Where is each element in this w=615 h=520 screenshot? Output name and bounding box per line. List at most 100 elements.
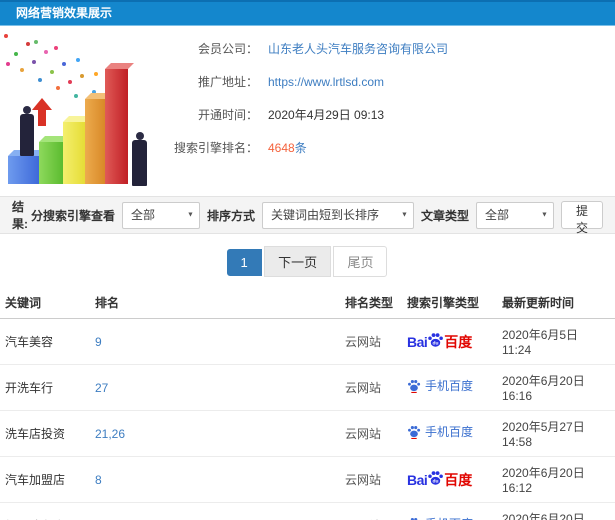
results-table: 关键词 排名 排名类型 搜索引擎类型 最新更新时间 汽车美容 9 云网站 Bai…: [0, 287, 615, 520]
baidu-logo-bai-text: Bai: [407, 333, 428, 350]
baidu-logo-bai-text: Bai: [407, 471, 428, 488]
cell-updated: 2020年6月20日 16:16: [497, 364, 615, 411]
cell-rank-type: 云网站: [340, 364, 402, 411]
open-time-row: 开通时间： 2020年4月29日 09:13: [158, 106, 615, 123]
engine-rank-count: 4648: [268, 141, 295, 155]
type-select-wrap: 全部: [475, 201, 554, 229]
next-page-button[interactable]: 下一页: [264, 246, 332, 277]
cell-rank: 27: [90, 364, 340, 411]
filter-controls: 分搜索引擎查看 全部 排序方式 关键词由短到长排序 文章类型 全部 提交: [30, 201, 603, 235]
top-header-bar: 网络营销效果展示: [0, 0, 615, 26]
engine-rank-row: 搜索引擎排名： 4648条: [158, 139, 615, 156]
engine-rank-value: 4648条: [268, 139, 307, 156]
engine-rank-unit: 条: [294, 141, 307, 155]
cell-rank-type: 云网站: [340, 410, 402, 457]
page: 网络营销效果展示 会员公司： 山东老人头汽车服务咨询有限公司 推广地址： htt…: [0, 0, 615, 520]
businessman-right-figure: [132, 140, 147, 186]
open-time-label: 开通时间：: [197, 108, 258, 122]
cell-engine-type: 手机百度: [402, 410, 497, 457]
baidu-logo: Bai du 百度: [407, 470, 472, 489]
cell-keyword: 洗车店投资: [0, 410, 90, 457]
pagination: 1 下一页 尾页: [0, 234, 615, 287]
member-info: 会员公司： 山东老人头汽车服务咨询有限公司 推广地址： https://www.…: [158, 30, 615, 196]
info-section: 会员公司： 山东老人头汽车服务咨询有限公司 推广地址： https://www.…: [0, 26, 615, 196]
filter-bar: 结果: 分搜索引擎查看 全部 排序方式 关键词由短到长排序 文章类型 全部 提交: [0, 196, 615, 235]
baidu-paw-icon: du: [428, 333, 444, 347]
cell-engine-type: Bai du 百度: [402, 456, 497, 503]
page-title: 网络营销效果展示: [16, 6, 113, 20]
sort-select[interactable]: 关键词由短到长排序: [261, 201, 414, 229]
page-1-button[interactable]: 1: [226, 249, 262, 276]
cell-engine-type: 手机百度: [402, 364, 497, 411]
svg-text:du: du: [433, 478, 439, 484]
mobile-baidu-paw-icon: [408, 426, 421, 439]
businessman-left-figure: [20, 114, 34, 156]
table-row: 汽车美容 9 云网站 Bai du 百度 2020年6月5日 11:24: [0, 318, 615, 365]
baidu-logo-cn-text: 百度: [444, 471, 473, 488]
header-rank-type: 排名类型: [340, 287, 402, 319]
cell-updated: 2020年6月20日 16:12: [497, 456, 615, 503]
illustration-bar-blue: [8, 156, 41, 184]
cell-updated: 2020年6月5日 11:24: [497, 318, 615, 365]
rank-link[interactable]: 9: [95, 335, 102, 349]
mobile-baidu-label: 手机百度: [425, 379, 474, 393]
rank-link[interactable]: 27: [95, 381, 108, 395]
cell-updated: 2020年6月20日 16:11: [497, 502, 615, 520]
cell-engine-type: 手机百度: [402, 502, 497, 520]
cell-keyword: 开洗车行: [0, 364, 90, 411]
cell-rank: 9: [90, 318, 340, 365]
table-row: 开洗车行 27 云网站 手机百度 2020年6月20日 16:16: [0, 364, 615, 411]
cell-engine-type: Bai du 百度: [402, 318, 497, 365]
results-table-body: 汽车美容 9 云网站 Bai du 百度 2020年6月5日 11:24 开洗车…: [0, 318, 615, 520]
mobile-baidu-logo: 手机百度: [407, 379, 473, 393]
member-company-row: 会员公司： 山东老人头汽车服务咨询有限公司: [158, 40, 615, 57]
member-company-link[interactable]: 山东老人头汽车服务咨询有限公司: [268, 40, 448, 57]
header-updated: 最新更新时间: [497, 287, 615, 319]
engine-select[interactable]: 全部: [121, 201, 200, 229]
header-rank: 排名: [90, 287, 340, 319]
table-row: 洗车店投资 21,26 云网站 手机百度 2020年5月27日 14:58: [0, 410, 615, 457]
cell-rank-type: 云网站: [340, 502, 402, 520]
header-engine-type: 搜索引擎类型: [402, 287, 497, 319]
sort-filter-label: 排序方式: [206, 208, 255, 223]
promo-url-link[interactable]: https://www.lrtlsd.com: [268, 75, 384, 89]
cell-keyword: 加盟洗车店: [0, 502, 90, 520]
mobile-baidu-label: 手机百度: [425, 425, 474, 439]
cell-rank: 8: [90, 456, 340, 503]
last-page-button[interactable]: 尾页: [333, 246, 388, 277]
mobile-baidu-paw-icon: [408, 380, 421, 393]
baidu-logo: Bai du 百度: [407, 332, 472, 351]
rank-link[interactable]: 21,26: [95, 427, 125, 441]
engine-filter-label: 分搜索引擎查看: [30, 208, 115, 223]
mobile-baidu-logo: 手机百度: [407, 425, 473, 439]
table-row: 汽车加盟店 8 云网站 Bai du 百度 2020年6月20日 16:12: [0, 456, 615, 503]
result-label: 结果:: [12, 200, 28, 231]
cell-keyword: 汽车美容: [0, 318, 90, 365]
member-company-label: 会员公司：: [197, 42, 258, 56]
bar-chart-illustration: [0, 30, 158, 194]
cell-rank: 25,28,28: [90, 502, 340, 520]
open-time-value: 2020年4月29日 09:13: [268, 108, 385, 122]
illustration-bar-red: [105, 69, 128, 184]
cell-rank-type: 云网站: [340, 318, 402, 365]
growth-arrow-shaft: [38, 109, 46, 126]
sort-select-wrap: 关键词由短到长排序: [261, 201, 414, 229]
cell-updated: 2020年5月27日 14:58: [497, 410, 615, 457]
confetti-dots: [4, 34, 8, 38]
cell-rank-type: 云网站: [340, 456, 402, 503]
promo-url-row: 推广地址： https://www.lrtlsd.com: [158, 73, 615, 90]
engine-rank-label: 搜索引擎排名：: [173, 141, 258, 155]
table-header-row: 关键词 排名 排名类型 搜索引擎类型 最新更新时间: [0, 287, 615, 319]
engine-select-wrap: 全部: [121, 201, 200, 229]
submit-button[interactable]: 提交: [560, 201, 603, 235]
promo-url-label: 推广地址：: [197, 75, 258, 89]
table-row: 加盟洗车店 25,28,28 云网站 手机百度 2020年6月20日 16:11: [0, 502, 615, 520]
rank-link[interactable]: 8: [95, 473, 102, 487]
baidu-paw-icon: du: [428, 471, 444, 485]
type-select[interactable]: 全部: [475, 201, 554, 229]
cell-keyword: 汽车加盟店: [0, 456, 90, 503]
type-filter-label: 文章类型: [420, 208, 469, 223]
baidu-logo-cn-text: 百度: [444, 333, 473, 350]
header-keyword: 关键词: [0, 287, 90, 319]
cell-rank: 21,26: [90, 410, 340, 457]
